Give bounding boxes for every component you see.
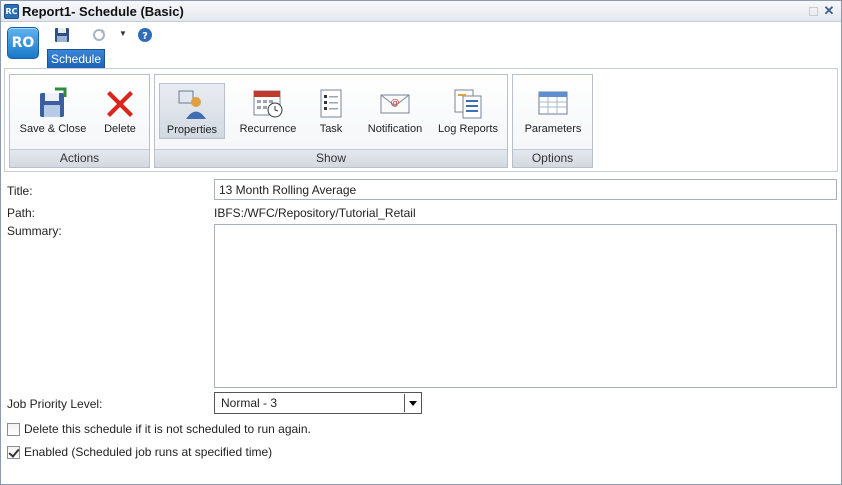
save-close-label: Save & Close xyxy=(19,123,87,135)
log-reports-button[interactable]: Log Reports xyxy=(433,83,503,139)
log-reports-icon xyxy=(454,89,482,119)
save-close-button[interactable]: Save & Close xyxy=(16,83,90,139)
delete-button[interactable]: Delete xyxy=(96,83,144,139)
properties-label: Properties xyxy=(166,124,218,136)
recurrence-label: Recurrence xyxy=(239,123,297,135)
properties-icon xyxy=(178,90,206,119)
parameters-label: Parameters xyxy=(524,123,582,135)
ribbon-group-show: Properties Recurrence Task @ Notificatio… xyxy=(154,74,508,168)
refresh-icon[interactable] xyxy=(91,27,107,43)
priority-value: Normal - 3 xyxy=(221,396,278,410)
tab-schedule[interactable]: Schedule xyxy=(47,49,105,68)
recurrence-button[interactable]: Recurrence xyxy=(231,83,305,139)
task-icon xyxy=(320,89,342,118)
priority-label: Job Priority Level: xyxy=(7,397,103,411)
save-close-icon xyxy=(40,87,67,117)
ribbon-group-options: Parameters Options xyxy=(512,74,593,168)
enabled-checkbox[interactable] xyxy=(7,446,20,459)
log-reports-label: Log Reports xyxy=(438,123,498,135)
actions-group-label: Actions xyxy=(10,149,149,167)
options-group-label: Options xyxy=(513,149,592,167)
task-label: Task xyxy=(319,123,343,135)
chevron-down-icon[interactable] xyxy=(404,394,420,412)
delete-icon xyxy=(107,91,133,117)
path-label: Path: xyxy=(7,206,36,220)
ribbon: Save & Close Delete Actions Properties R… xyxy=(4,68,838,172)
window-title: Report1- Schedule (Basic) xyxy=(22,4,184,19)
show-group-label: Show xyxy=(155,149,507,167)
path-value: IBFS:/WFC/Repository/Tutorial_Retail xyxy=(214,206,416,220)
parameters-icon xyxy=(538,91,568,115)
title-input[interactable]: 13 Month Rolling Average xyxy=(214,179,837,200)
task-button[interactable]: Task xyxy=(309,83,353,139)
maximize-icon[interactable] xyxy=(809,7,818,16)
svg-text:?: ? xyxy=(142,31,148,42)
svg-text:@: @ xyxy=(391,98,400,108)
app-logo-button[interactable]: RO xyxy=(7,27,39,59)
delete-label: Delete xyxy=(104,123,136,135)
summary-textarea[interactable] xyxy=(214,224,837,388)
help-icon[interactable]: ? xyxy=(137,27,153,43)
properties-button[interactable]: Properties xyxy=(159,83,225,139)
save-icon[interactable] xyxy=(54,27,70,43)
close-icon[interactable]: ✕ xyxy=(823,4,835,17)
notification-button[interactable]: @ Notification xyxy=(357,83,433,139)
notification-icon: @ xyxy=(380,94,410,114)
parameters-button[interactable]: Parameters xyxy=(519,83,587,139)
app-icon: RC xyxy=(4,4,19,19)
schedule-window: RC Report1- Schedule (Basic) ✕ RO ▼ ? Sc… xyxy=(0,0,842,485)
title-label: Title: xyxy=(7,184,33,198)
title-bar: RC Report1- Schedule (Basic) ✕ xyxy=(1,1,841,22)
quick-access-dropdown-icon[interactable]: ▼ xyxy=(119,29,127,38)
summary-label: Summary: xyxy=(7,224,62,238)
recurrence-icon xyxy=(253,90,283,118)
notification-label: Notification xyxy=(367,123,423,135)
enabled-label: Enabled (Scheduled job runs at specified… xyxy=(24,445,273,459)
delete-schedule-label: Delete this schedule if it is not schedu… xyxy=(24,422,311,436)
delete-schedule-checkbox[interactable] xyxy=(7,423,20,436)
ribbon-group-actions: Save & Close Delete Actions xyxy=(9,74,150,168)
priority-select[interactable]: Normal - 3 xyxy=(214,392,422,414)
